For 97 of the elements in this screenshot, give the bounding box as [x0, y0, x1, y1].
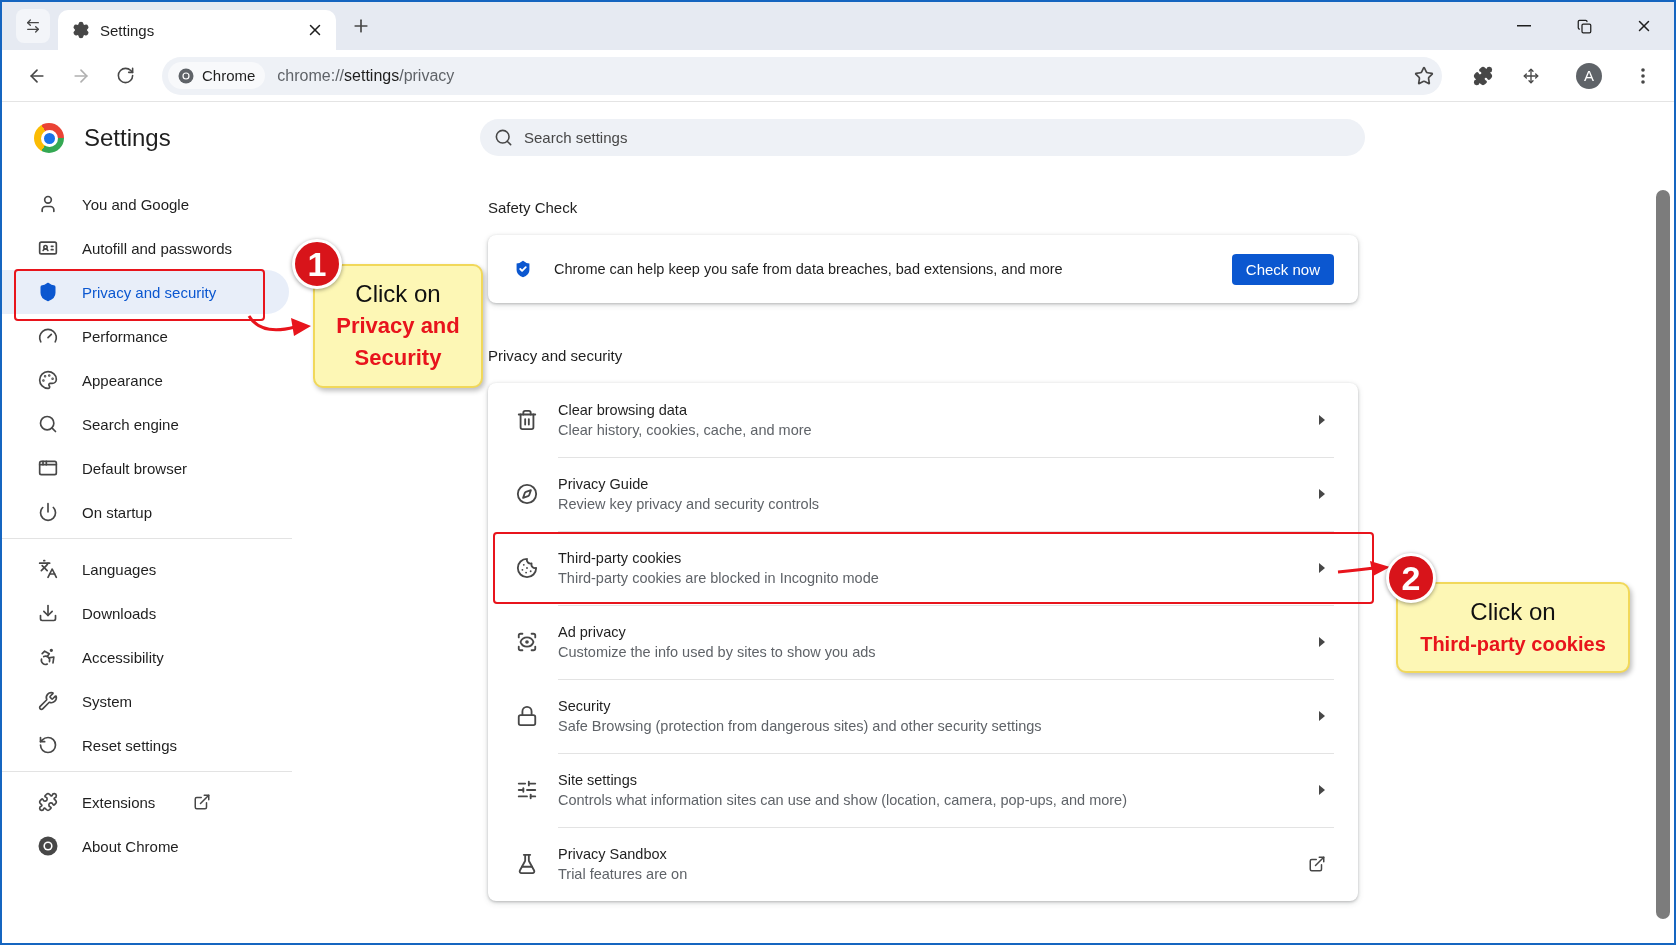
callout-target-text: Privacy and Security — [335, 312, 461, 372]
section-heading: Privacy and security — [488, 346, 624, 366]
sidebar-item[interactable]: Privacy and security — [2, 270, 289, 314]
bookmark-star-icon[interactable] — [1414, 65, 1434, 86]
sidebar-item[interactable]: Reset settings — [2, 723, 289, 767]
row-icon — [516, 853, 538, 875]
sidebar-icon — [38, 603, 58, 623]
sidebar-item[interactable]: Languages — [2, 547, 289, 591]
external-link-icon — [193, 793, 212, 811]
tab-title: Settings — [100, 21, 156, 39]
submenu-arrow-icon — [1318, 785, 1326, 795]
restore-icon — [1576, 18, 1592, 34]
settings-row[interactable]: Privacy Guide Review key privacy and security controls — [488, 457, 1358, 531]
row-icon — [516, 705, 538, 727]
sidebar-item[interactable]: Accessibility — [2, 635, 289, 679]
submenu-arrow-icon — [1318, 489, 1326, 499]
puzzle-icon — [1473, 65, 1493, 86]
row-title: Privacy Sandbox — [558, 846, 668, 862]
sidebar-icon — [38, 647, 58, 667]
sidebar-icon — [38, 194, 58, 214]
logo-icon — [34, 123, 64, 153]
sidebar-icon — [38, 370, 58, 390]
callout-text: Click on — [355, 279, 441, 309]
safety-check-text: Chrome can help keep you safe from data breaches, bad extensions, and more — [554, 261, 1064, 277]
row-title: Site settings — [558, 772, 638, 788]
search-icon — [494, 128, 513, 147]
row-subtitle: Trial features are on — [558, 866, 689, 882]
settings-row[interactable]: Clear browsing data Clear history, cookies, cache, and more — [488, 383, 1358, 457]
row-subtitle: Controls what information sites can use and show (location, camera, pop-ups, and more) — [558, 792, 1128, 808]
step-number-badge: 2 — [1386, 553, 1436, 603]
row-title: Security — [558, 698, 612, 714]
submenu-arrow-icon — [1318, 637, 1326, 647]
row-icon — [516, 409, 538, 431]
browser-tab[interactable]: Settings — [58, 10, 336, 50]
sidebar-item[interactable]: Appearance — [2, 358, 289, 402]
minimize-icon — [1517, 25, 1531, 27]
settings-row[interactable]: Site settings Controls what information sites can use and show (location, camera, pop-ups, and more) — [488, 753, 1358, 827]
row-icon — [516, 779, 538, 801]
row-subtitle: Review key privacy and security controls — [558, 496, 821, 512]
sidebar-item[interactable]: Search engine — [2, 402, 289, 446]
url-text: chrome://settings/privacy — [277, 66, 456, 85]
sidebar-icon — [38, 792, 58, 812]
sidebar-icon — [38, 559, 58, 579]
scrollbar[interactable] — [1656, 190, 1670, 919]
sidebar-item[interactable]: Downloads — [2, 591, 289, 635]
row-icon — [516, 557, 538, 579]
section-heading: Safety Check — [488, 198, 579, 218]
row-icon — [516, 631, 538, 653]
arrows-icon — [25, 18, 41, 34]
sidebar-item[interactable]: System — [2, 679, 289, 723]
sidebar-item[interactable]: About Chrome — [2, 824, 289, 868]
callout-target-text: Third-party cookies — [1420, 631, 1606, 657]
search-field[interactable]: Search settings — [480, 119, 1365, 156]
callout-text: Click on — [1470, 596, 1556, 627]
submenu-arrow-icon — [1318, 415, 1326, 425]
logo-icon — [178, 67, 194, 84]
settings-row[interactable]: Ad privacy Customize the info used by sites to show you ads — [488, 605, 1358, 679]
sidebar-icon — [38, 326, 58, 346]
sidebar-icon — [38, 502, 58, 522]
sidebar-item[interactable]: Autofill and passwords — [2, 226, 289, 270]
check-now-button[interactable]: Check now — [1231, 253, 1334, 285]
row-title: Clear browsing data — [558, 402, 688, 418]
profile-avatar[interactable]: A — [1576, 62, 1602, 89]
logo-icon — [38, 836, 58, 856]
sidebar-icon — [38, 458, 58, 478]
sidebar-item[interactable]: Extensions — [2, 780, 289, 824]
row-subtitle: Clear history, cookies, cache, and more — [558, 422, 813, 438]
sidebar-item[interactable]: You and Google — [2, 182, 289, 226]
submenu-arrow-icon — [1318, 711, 1326, 721]
sidebar-item[interactable]: On startup — [2, 490, 289, 534]
settings-row[interactable]: Security Safe Browsing (protection from dangerous sites) and other security settings — [488, 679, 1358, 753]
reload-icon — [115, 66, 135, 85]
sidebar-icon — [38, 735, 58, 755]
settings-row[interactable]: Privacy Sandbox Trial features are on — [488, 827, 1358, 901]
gear-icon — [72, 21, 90, 39]
submenu-arrow-icon — [1318, 563, 1326, 573]
row-icon — [516, 483, 538, 505]
row-title: Privacy Guide — [558, 476, 650, 492]
row-subtitle: Third-party cookies are blocked in Incognito mode — [558, 570, 880, 586]
row-subtitle: Customize the info used by sites to show you ads — [558, 644, 877, 660]
tab-search-button[interactable] — [16, 9, 50, 43]
external-link-icon — [1308, 855, 1326, 873]
sidebar-icon — [38, 414, 58, 434]
address-bar[interactable]: Chrome chrome://settings/privacy — [162, 56, 1442, 95]
sidebar-item[interactable]: Performance — [2, 314, 289, 358]
page-title: Settings — [84, 124, 171, 152]
menu-icon — [1641, 67, 1645, 84]
sidebar-item[interactable]: Default browser — [2, 446, 289, 490]
row-subtitle: Safe Browsing (protection from dangerous sites) and other security settings — [558, 718, 1043, 734]
settings-row[interactable]: Third-party cookies Third-party cookies are blocked in Incognito mode — [488, 531, 1358, 605]
sidebar-icon — [38, 691, 58, 711]
step-number-badge: 1 — [292, 239, 342, 289]
row-title: Ad privacy — [558, 624, 627, 640]
sidebar-icon — [38, 238, 58, 258]
sidebar-icon — [38, 282, 58, 302]
site-chip[interactable]: Chrome — [168, 62, 266, 89]
row-title: Third-party cookies — [558, 550, 683, 566]
